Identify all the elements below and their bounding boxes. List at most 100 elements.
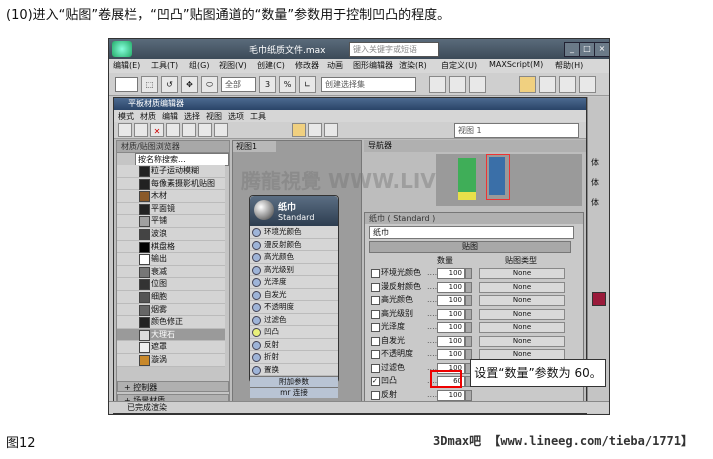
node-slot[interactable]: 凹凸	[250, 326, 338, 339]
angle-snap-icon[interactable]: ∟	[299, 76, 316, 93]
percent-snap-icon[interactable]: %	[279, 76, 296, 93]
rollout-controllers[interactable]: + 控制器	[117, 381, 229, 392]
hide-unused-icon[interactable]	[308, 123, 322, 137]
menu-edit[interactable]: 编辑(E)	[113, 60, 140, 71]
curve-editor-icon[interactable]	[449, 76, 466, 93]
layout-all-icon[interactable]	[292, 123, 306, 137]
close-icon[interactable]: ×	[594, 42, 609, 57]
maximize-icon[interactable]: □	[579, 42, 595, 57]
menu-tools[interactable]: 工具(T)	[151, 60, 178, 71]
amount-input[interactable]: 100	[437, 349, 465, 360]
amount-spinner[interactable]	[465, 335, 472, 347]
amount-input[interactable]: 100	[437, 308, 465, 320]
map-list-item[interactable]: 烟雾	[117, 303, 225, 317]
filter-dropdown[interactable]: 全部	[221, 77, 256, 92]
menu-rendering[interactable]: 渲染(R)	[399, 60, 427, 71]
node-slot[interactable]: 环境光颜色	[250, 226, 338, 239]
map-slot-button[interactable]: None	[479, 281, 565, 293]
map-list-item[interactable]: 粒子运动模糊	[117, 165, 225, 178]
link-icon[interactable]: ↺	[161, 76, 178, 93]
delete-icon[interactable]: ✕	[150, 123, 164, 137]
map-slot-button[interactable]: None	[479, 268, 565, 279]
map-list-item[interactable]: 细胞	[117, 290, 225, 304]
channel-checkbox[interactable]	[371, 336, 380, 346]
map-list-item[interactable]: 平面镜	[117, 202, 225, 216]
node-slot[interactable]: 自发光	[250, 289, 338, 301]
rotate-icon[interactable]: ⬭	[201, 76, 218, 93]
menu-create[interactable]: 创建(C)	[257, 60, 285, 71]
node-slot[interactable]: 折射	[250, 351, 338, 364]
amount-input[interactable]: 100	[437, 335, 465, 347]
channel-checkbox[interactable]	[371, 269, 380, 278]
channel-checkbox[interactable]	[371, 309, 380, 319]
amount-spinner[interactable]	[465, 295, 472, 306]
pick-icon[interactable]	[118, 123, 132, 137]
channel-checkbox[interactable]	[371, 363, 380, 373]
slot-socket-icon[interactable]	[252, 328, 261, 337]
map-list-item[interactable]: 衰减	[117, 265, 225, 279]
channel-checkbox[interactable]: ✓	[371, 377, 380, 386]
node-slot[interactable]: 光泽度	[250, 276, 338, 289]
node-footer-mr[interactable]: mr 连接	[250, 387, 338, 398]
snap-icon[interactable]: 3	[259, 76, 276, 93]
map-list-item[interactable]: 位图	[117, 278, 225, 291]
node-footer-extra[interactable]: 附加参数	[250, 376, 338, 387]
material-node[interactable]: 纸巾 Standard 环境光颜色 漫反射颜色 高光颜色 高光级别 光泽度 自发光 不透明度…	[249, 195, 339, 398]
material-name-input[interactable]: 纸巾	[369, 226, 574, 239]
slot-socket-icon[interactable]	[252, 303, 261, 312]
navigator-view[interactable]	[436, 154, 582, 206]
slate-menu-mode[interactable]: 模式	[118, 111, 134, 122]
node-view[interactable]: 视图1 腾龍視覺 WWW.LIVI.NET 纸巾 Standard 环境光颜色漫…	[232, 140, 495, 408]
undo-dropdown[interactable]	[115, 77, 138, 92]
node-slot[interactable]: 置换	[250, 364, 338, 376]
menu-animation[interactable]: 动画	[327, 60, 343, 71]
selection-set-dropdown[interactable]: 创建选择集	[321, 77, 416, 92]
channel-checkbox[interactable]	[371, 282, 380, 292]
view-tab[interactable]: 视图1	[233, 141, 276, 152]
slot-socket-icon[interactable]	[252, 240, 261, 250]
layout-icon[interactable]	[214, 123, 228, 137]
menu-modifiers[interactable]: 修改器	[295, 60, 319, 71]
node-slot[interactable]: 反射	[250, 339, 338, 351]
channel-checkbox[interactable]	[371, 350, 380, 359]
amount-spinner[interactable]	[465, 389, 472, 401]
slate-menu-select[interactable]: 选择	[184, 111, 200, 122]
minimize-icon[interactable]: _	[564, 42, 580, 57]
slate-menu-view[interactable]: 视图	[206, 111, 222, 122]
amount-input[interactable]: 100	[437, 281, 465, 293]
map-list-item[interactable]: 遮罩	[117, 341, 225, 354]
map-list-item[interactable]: 每像素摄影机贴图	[117, 177, 225, 191]
map-list-item[interactable]: 漩涡	[117, 353, 225, 367]
amount-spinner[interactable]	[465, 268, 472, 279]
channel-checkbox[interactable]	[371, 296, 380, 305]
move-children-icon[interactable]	[166, 123, 180, 137]
slot-socket-icon[interactable]	[252, 365, 261, 375]
node-slot[interactable]: 漫反射颜色	[250, 239, 338, 251]
amount-spinner[interactable]	[465, 308, 472, 320]
amount-spinner[interactable]	[465, 281, 472, 293]
show-map-icon[interactable]	[182, 123, 196, 137]
slot-socket-icon[interactable]	[252, 353, 261, 362]
slot-socket-icon[interactable]	[252, 228, 261, 237]
app-logo-icon[interactable]	[112, 41, 132, 57]
color-swatch[interactable]	[592, 292, 606, 306]
node-slot[interactable]: 不透明度	[250, 301, 338, 314]
map-list-item[interactable]: 输出	[117, 253, 225, 266]
maps-rollout[interactable]: 贴图	[369, 241, 571, 253]
slot-socket-icon[interactable]	[252, 340, 261, 350]
search-input[interactable]: 键入关键字或短语	[349, 42, 439, 57]
render-frame-icon[interactable]	[559, 76, 576, 93]
assign-icon[interactable]	[134, 123, 148, 137]
amount-input[interactable]: 100	[437, 322, 465, 333]
slate-menu-tools[interactable]: 工具	[250, 111, 266, 122]
node-slot[interactable]: 高光颜色	[250, 251, 338, 264]
channel-checkbox[interactable]	[371, 390, 380, 400]
map-list-item[interactable]: 波浪	[117, 227, 225, 241]
menu-graph-editors[interactable]: 图形编辑器	[353, 60, 393, 71]
slot-socket-icon[interactable]	[252, 253, 261, 262]
slate-menu-options[interactable]: 选项	[228, 111, 244, 122]
node-header[interactable]: 纸巾 Standard	[250, 196, 338, 226]
zoom-extents-icon[interactable]	[324, 123, 338, 137]
amount-spinner[interactable]	[465, 322, 472, 333]
channel-checkbox[interactable]	[371, 323, 380, 332]
